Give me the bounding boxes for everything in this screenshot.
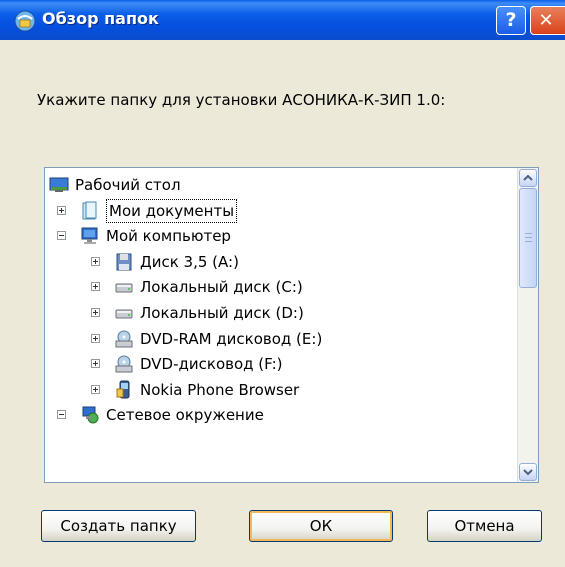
folder-tree[interactable]: Рабочий стол Мои документы Мой компьютер Ди… — [44, 167, 539, 483]
scroll-grip — [525, 237, 532, 238]
expand-icon[interactable] — [91, 256, 100, 266]
title-bar[interactable]: Обзор папок ? ✕ — [0, 0, 565, 40]
phone-browser-icon — [116, 380, 130, 399]
tree-item[interactable]: Nokia Phone Browser — [45, 377, 515, 403]
tree-item[interactable]: Локальный диск (C:) — [45, 274, 515, 300]
instruction-text: Укажите папку для установки АСОНИКА-К-ЗИ… — [37, 91, 446, 109]
floppy-drive-icon — [116, 253, 132, 271]
help-button-label: ? — [505, 9, 517, 31]
hard-drive-icon — [115, 309, 133, 319]
tree-item-label: Мой компьютер — [106, 227, 231, 246]
tree-item-label: DVD-RAM дисковод (E:) — [140, 329, 323, 348]
tree-item[interactable]: Локальный диск (D:) — [45, 300, 515, 326]
hard-drive-icon — [115, 283, 133, 293]
dvd-drive-icon — [115, 330, 133, 348]
scroll-thumb[interactable] — [519, 188, 537, 288]
chevron-down-icon — [523, 469, 533, 476]
expand-icon[interactable] — [91, 384, 100, 394]
help-button[interactable]: ? — [496, 6, 526, 35]
expand-icon[interactable] — [91, 308, 100, 317]
folder-browse-icon — [14, 10, 36, 32]
tree-item[interactable]: DVD-дисковод (F:) — [45, 351, 515, 377]
network-icon — [82, 406, 99, 424]
tree-item-label: Сетевое окружение — [106, 406, 264, 425]
scroll-down-button[interactable] — [519, 463, 537, 481]
tree-item-label: Nokia Phone Browser — [140, 380, 300, 399]
cancel-button[interactable]: Отмена — [427, 510, 542, 542]
desktop-icon — [49, 177, 69, 192]
tree-item[interactable]: Сетевое окружение — [45, 402, 515, 428]
scroll-up-button[interactable] — [519, 169, 537, 187]
expand-icon[interactable] — [57, 205, 66, 215]
collapse-icon[interactable] — [57, 410, 66, 420]
tree-item-label: Диск 3,5 (A:) — [140, 252, 239, 271]
tree-item-label: DVD-дисковод (F:) — [140, 355, 283, 374]
expand-icon[interactable] — [91, 282, 100, 292]
tree-item[interactable]: DVD-RAM дисковод (E:) — [45, 326, 515, 352]
dvd-drive-icon — [115, 355, 133, 373]
close-button[interactable]: ✕ — [530, 6, 565, 35]
new-folder-button[interactable]: Создать папку — [41, 510, 196, 542]
expand-icon[interactable] — [91, 333, 100, 343]
ok-button[interactable]: ОК — [249, 510, 393, 542]
window-title: Обзор папок — [42, 9, 159, 28]
scroll-grip — [525, 241, 532, 242]
collapse-icon[interactable] — [57, 231, 66, 241]
tree-item-label: Локальный диск (D:) — [140, 304, 304, 322]
vertical-scrollbar[interactable] — [517, 168, 538, 482]
scroll-grip — [525, 233, 532, 234]
my-computer-icon — [81, 227, 98, 245]
tree-item[interactable]: Мой компьютер — [45, 223, 515, 249]
browse-folder-dialog: Обзор папок ? ✕ Укажите папку для устано… — [0, 0, 565, 567]
close-icon: ✕ — [538, 10, 554, 31]
tree-item-label: Локальный диск (C:) — [140, 278, 303, 297]
tree-item-label: Рабочий стол — [75, 176, 181, 194]
chevron-up-icon — [523, 174, 533, 181]
tree-item[interactable]: Мои документы — [45, 198, 515, 224]
my-documents-icon — [82, 201, 97, 220]
expand-icon[interactable] — [91, 359, 100, 369]
tree-item[interactable]: Диск 3,5 (A:) — [45, 249, 515, 275]
tree-item[interactable]: Рабочий стол — [45, 172, 515, 198]
tree-item-label: Мои документы — [106, 198, 238, 223]
